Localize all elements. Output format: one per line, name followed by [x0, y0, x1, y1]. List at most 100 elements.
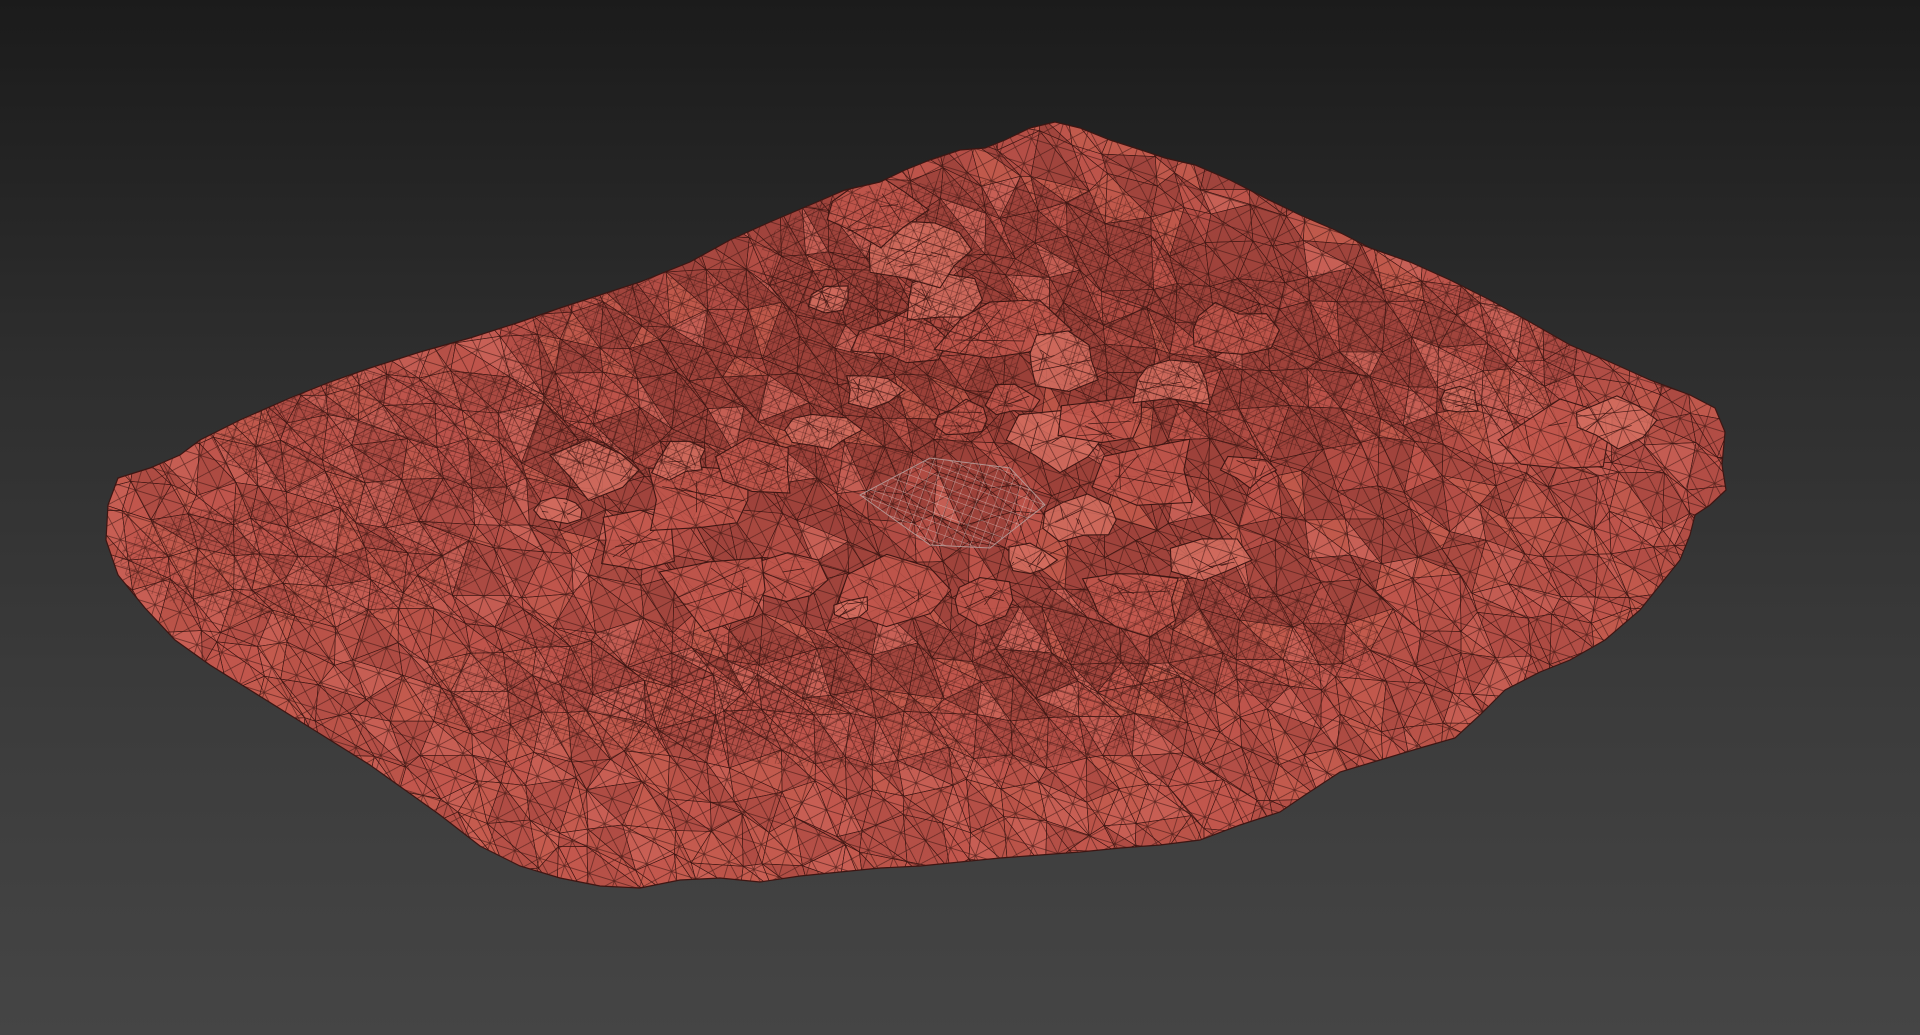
mesh-facet — [1512, 816, 1566, 859]
mesh-facet — [215, 826, 249, 863]
mesh-facet — [220, 141, 252, 187]
terrain-mesh[interactable] — [0, 0, 1920, 1035]
mesh-facet — [232, 232, 264, 273]
mesh-facet — [106, 647, 129, 698]
mesh-facet — [216, 182, 248, 210]
mesh-facet — [1520, 272, 1544, 326]
mesh-facet — [671, 122, 711, 145]
mesh-facet — [505, 272, 546, 316]
mesh-facet — [299, 122, 316, 157]
mesh-facet — [1624, 219, 1658, 256]
mesh-facet — [1562, 858, 1575, 888]
mesh-facet — [982, 880, 1018, 888]
mesh-facet — [385, 141, 428, 179]
mesh-facet — [429, 219, 474, 249]
mesh-facet — [327, 271, 375, 325]
viewport-canvas[interactable] — [0, 0, 1920, 1035]
mesh-facet — [1358, 867, 1390, 881]
mesh-facet — [1166, 848, 1205, 888]
mesh-facet — [374, 848, 406, 888]
mesh-facet — [1676, 317, 1726, 356]
mesh-facet — [839, 878, 877, 888]
mesh-facet — [1613, 656, 1664, 680]
mesh-facet — [1781, 818, 1815, 863]
mesh-facet — [1690, 687, 1726, 724]
mesh-facet — [503, 205, 534, 248]
mesh-facet — [1715, 311, 1726, 349]
mesh-facet — [1664, 734, 1691, 769]
mesh-facet — [1547, 199, 1585, 259]
mesh-facet — [1792, 438, 1826, 492]
mesh-facet — [524, 140, 562, 186]
mesh-facet — [1722, 778, 1726, 831]
mesh-facet — [506, 178, 544, 218]
mesh-facet — [385, 285, 417, 308]
mesh-facet — [1755, 133, 1797, 190]
mesh-facet — [106, 174, 135, 218]
mesh-facet — [1783, 523, 1816, 551]
mesh-facet — [117, 724, 158, 752]
mesh-facet — [1712, 576, 1726, 620]
mesh-facet — [1610, 852, 1649, 888]
mesh-facet — [560, 137, 594, 182]
mesh-facet — [106, 851, 121, 888]
mesh-facet — [646, 135, 673, 189]
mesh-facet — [1754, 428, 1793, 458]
mesh-facet — [198, 314, 224, 359]
mesh-facet — [1203, 845, 1237, 888]
mesh-facet — [144, 880, 202, 888]
mesh-facet — [640, 239, 669, 273]
mesh-facet — [500, 138, 544, 188]
mesh-facet — [1729, 485, 1765, 527]
mesh-facet — [185, 691, 223, 723]
mesh-facet — [1485, 180, 1528, 222]
mesh-facet — [120, 244, 162, 288]
mesh-facet — [314, 122, 372, 146]
3d-viewport[interactable] — [0, 0, 1920, 1035]
mesh-facet — [1307, 866, 1342, 888]
mesh-facet — [290, 810, 339, 860]
mesh-facet — [1203, 882, 1240, 888]
mesh-facet — [1781, 785, 1831, 821]
mesh-facet — [1593, 648, 1633, 680]
mesh-facet — [106, 379, 136, 406]
mesh-facet — [1359, 781, 1379, 812]
mesh-facet — [164, 721, 188, 746]
mesh-facet — [1564, 846, 1583, 888]
mesh-facet — [696, 176, 749, 221]
mesh-facet — [1765, 472, 1797, 525]
mesh-facet — [258, 311, 305, 353]
mesh-facet — [1781, 241, 1829, 278]
mesh-facet — [216, 776, 250, 833]
mesh-facet — [1710, 747, 1726, 790]
mesh-facet — [799, 122, 841, 146]
mesh-facet — [1538, 272, 1586, 326]
mesh-facet — [1577, 181, 1626, 221]
mesh-facet — [1517, 133, 1562, 187]
mesh-facet — [703, 122, 733, 137]
mesh-facet — [1751, 286, 1785, 312]
mesh-facet — [1783, 762, 1837, 786]
mesh-facet — [1488, 723, 1527, 758]
mesh-facet — [631, 892, 680, 934]
mesh-facet — [1031, 903, 1090, 939]
mesh-facet — [106, 129, 118, 188]
mesh-facet — [232, 764, 260, 797]
mesh-facet — [557, 893, 600, 938]
mesh-facet — [106, 174, 134, 213]
mesh-facet — [1480, 790, 1523, 818]
mesh-facet — [646, 892, 680, 934]
mesh-facet — [1382, 122, 1430, 158]
mesh-facet — [1428, 131, 1447, 177]
mesh-facet — [1574, 743, 1628, 778]
mesh-facet — [678, 887, 699, 888]
mesh-facet — [1561, 776, 1589, 829]
mesh-facet — [1006, 864, 1046, 888]
mesh-facet — [1765, 523, 1797, 551]
mesh-facet — [532, 236, 570, 291]
mesh-facet — [1801, 642, 1827, 700]
mesh-facet — [215, 205, 248, 234]
mesh-facet — [1166, 845, 1205, 885]
mesh-facet — [930, 122, 988, 141]
mesh-facet — [1375, 175, 1427, 209]
